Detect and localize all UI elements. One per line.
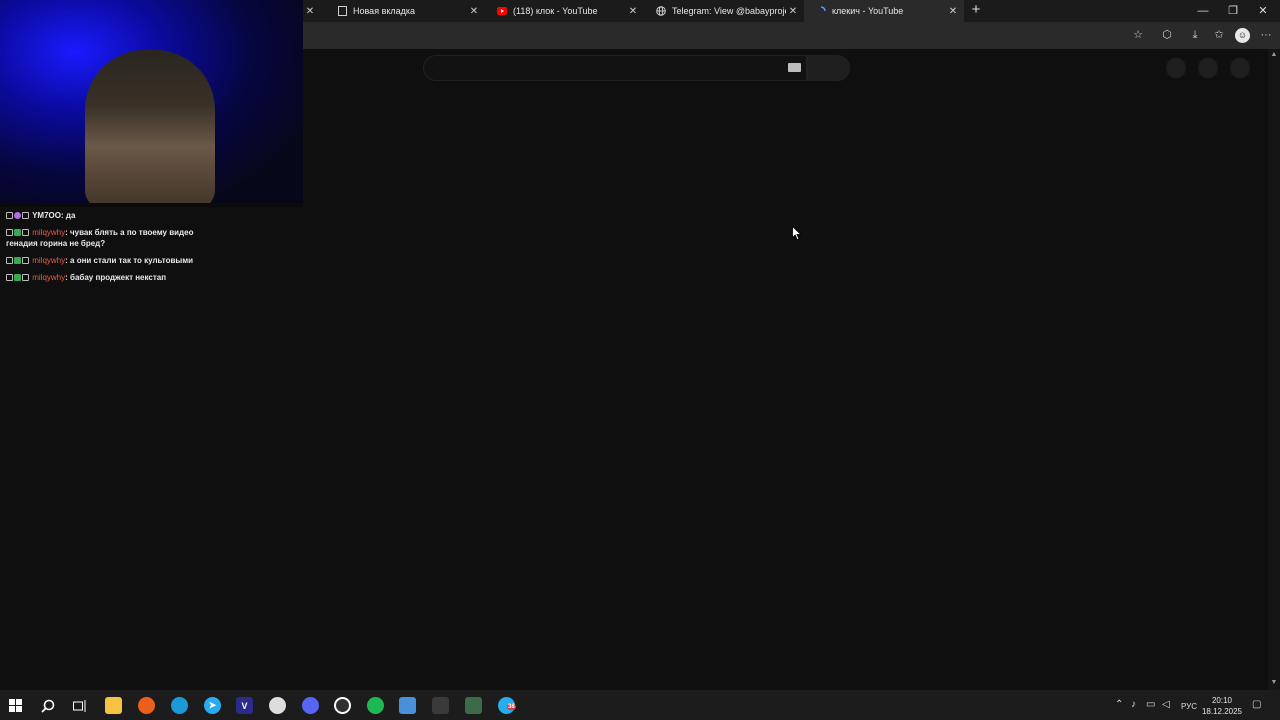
profile-icon[interactable]: ☺ <box>1235 28 1250 43</box>
chat-message: milqywhy: а они стали так то культовыми <box>6 255 216 266</box>
close-icon[interactable]: ✕ <box>467 6 481 17</box>
mouse-cursor-icon <box>792 226 802 241</box>
chat-text: : бабау проджект некстап <box>65 273 167 282</box>
notification-badge: 38 <box>507 704 516 710</box>
tab-telegram[interactable]: Telegram: View @babayproject ✕ <box>644 0 804 22</box>
favorite-star-icon[interactable]: ☆ <box>1131 28 1145 42</box>
chat-badge-icon <box>6 212 13 219</box>
restore-button[interactable]: ❐ <box>1218 0 1248 22</box>
subscriber-badge-icon <box>14 212 21 219</box>
page-scrollbar[interactable] <box>1268 49 1280 690</box>
edge-icon[interactable] <box>171 697 188 714</box>
microphone-icon[interactable]: ♪ <box>1131 699 1136 710</box>
chat-username: milqywhy <box>32 273 66 282</box>
chat-message: milqywhy: чувак блять а по твоему видео … <box>6 227 216 249</box>
close-icon[interactable]: ✕ <box>626 6 640 17</box>
chat-username: milqywhy <box>32 228 66 237</box>
chat-badge-icon <box>6 257 13 264</box>
network-icon[interactable]: ▭ <box>1146 699 1155 710</box>
tab-title: (118) клок - YouTube <box>513 6 598 16</box>
hardware-monitor-icon[interactable] <box>465 697 482 714</box>
clock-date: 18.12.2025 <box>1201 707 1243 716</box>
tray-overflow-icon[interactable]: ⌃ <box>1115 699 1123 710</box>
chat-badge-icon <box>22 257 29 264</box>
moderator-badge-icon <box>14 229 21 236</box>
youtube-icon <box>497 6 507 16</box>
webcam-overlay <box>0 0 303 207</box>
loading-icon <box>816 6 826 16</box>
keyboard-icon[interactable] <box>788 63 801 72</box>
minimize-button[interactable]: — <box>1188 0 1218 22</box>
youtube-avatar-placeholder[interactable] <box>1230 58 1250 78</box>
chat-message: milqywhy: бабау проджект некстап <box>6 272 216 283</box>
obs-icon[interactable] <box>334 697 351 714</box>
volume-icon[interactable]: ◁ <box>1162 699 1170 710</box>
close-icon[interactable]: ✕ <box>786 6 800 17</box>
chat-text: : а они стали так то культовыми <box>65 256 194 265</box>
search-icon[interactable] <box>39 697 56 714</box>
chat-badge-icon <box>22 212 29 219</box>
moderator-badge-icon <box>14 257 21 264</box>
youtube-search-button[interactable] <box>807 55 850 81</box>
vegas-icon[interactable]: V <box>236 697 253 714</box>
close-icon[interactable]: ✕ <box>303 6 317 17</box>
app-notification-icon[interactable]: 38 <box>498 697 516 714</box>
youtube-header-placeholder-icon[interactable] <box>1166 58 1186 78</box>
tab-title: клекич - YouTube <box>832 6 904 16</box>
blank-page-icon <box>337 6 347 16</box>
tab-new-tab[interactable]: Новая вкладка ✕ <box>325 0 485 22</box>
chat-badge-icon <box>22 274 29 281</box>
language-indicator[interactable]: РУС <box>1181 702 1197 711</box>
streamer-figure <box>85 50 215 207</box>
spotify-icon[interactable] <box>367 697 384 714</box>
telegram-icon[interactable]: ➤ <box>204 697 221 714</box>
scroll-down-icon[interactable]: ▼ <box>1270 679 1278 686</box>
window-close-button[interactable]: ✕ <box>1248 0 1278 22</box>
collections-icon[interactable]: ✩ <box>1212 28 1226 42</box>
chat-badge-icon <box>22 229 29 236</box>
webcam-border <box>0 203 303 207</box>
chat-username: YM7OO <box>32 211 61 220</box>
youtube-search-input[interactable] <box>423 55 807 81</box>
scroll-up-icon[interactable]: ▲ <box>1270 51 1278 58</box>
extensions-icon[interactable]: ⬡ <box>1160 28 1174 42</box>
moderator-badge-icon <box>14 274 21 281</box>
system-clock[interactable]: 20:10 18.12.2025 <box>1199 695 1245 717</box>
notification-center-icon[interactable]: ▢ <box>1252 699 1261 710</box>
clock-time: 20:10 <box>1211 696 1233 705</box>
file-explorer-icon[interactable] <box>105 697 122 714</box>
tab-title: Telegram: View @babayproject <box>672 6 786 16</box>
remote-desktop-icon[interactable] <box>399 697 416 714</box>
tab-title: Новая вкладка <box>353 6 416 16</box>
tab-partial[interactable]: ✕ <box>303 0 323 22</box>
chat-badge-icon <box>6 229 13 236</box>
new-tab-button[interactable]: + <box>968 2 984 18</box>
chrome-icon[interactable] <box>269 697 286 714</box>
notepad-icon[interactable] <box>432 697 449 714</box>
tab-youtube-klok[interactable]: (118) клок - YouTube ✕ <box>485 0 644 22</box>
firefox-icon[interactable] <box>138 697 155 714</box>
address-bar[interactable] <box>303 27 1113 45</box>
task-view-icon[interactable] <box>71 697 88 714</box>
screen: ✕ Новая вкладка ✕ (118) клок - YouTube ✕… <box>0 0 1280 720</box>
tab-youtube-klekich[interactable]: клекич - YouTube ✕ <box>804 0 964 22</box>
menu-icon[interactable]: ··· <box>1259 28 1273 42</box>
globe-icon <box>656 6 666 16</box>
chat-text: : да <box>60 211 76 220</box>
chat-username: milqywhy <box>32 256 66 265</box>
close-icon[interactable]: ✕ <box>946 6 960 17</box>
windows-start-icon[interactable] <box>7 697 24 714</box>
windows-taskbar <box>0 690 1280 720</box>
chat-badge-icon <box>6 274 13 281</box>
youtube-header-placeholder-icon[interactable] <box>1198 58 1218 78</box>
stream-chat-overlay: YM7OO: да milqywhy: чувак блять а по тво… <box>6 210 216 289</box>
chat-message: YM7OO: да <box>6 210 216 221</box>
discord-icon[interactable] <box>302 697 319 714</box>
downloads-icon[interactable]: ⤓ <box>1188 28 1202 42</box>
